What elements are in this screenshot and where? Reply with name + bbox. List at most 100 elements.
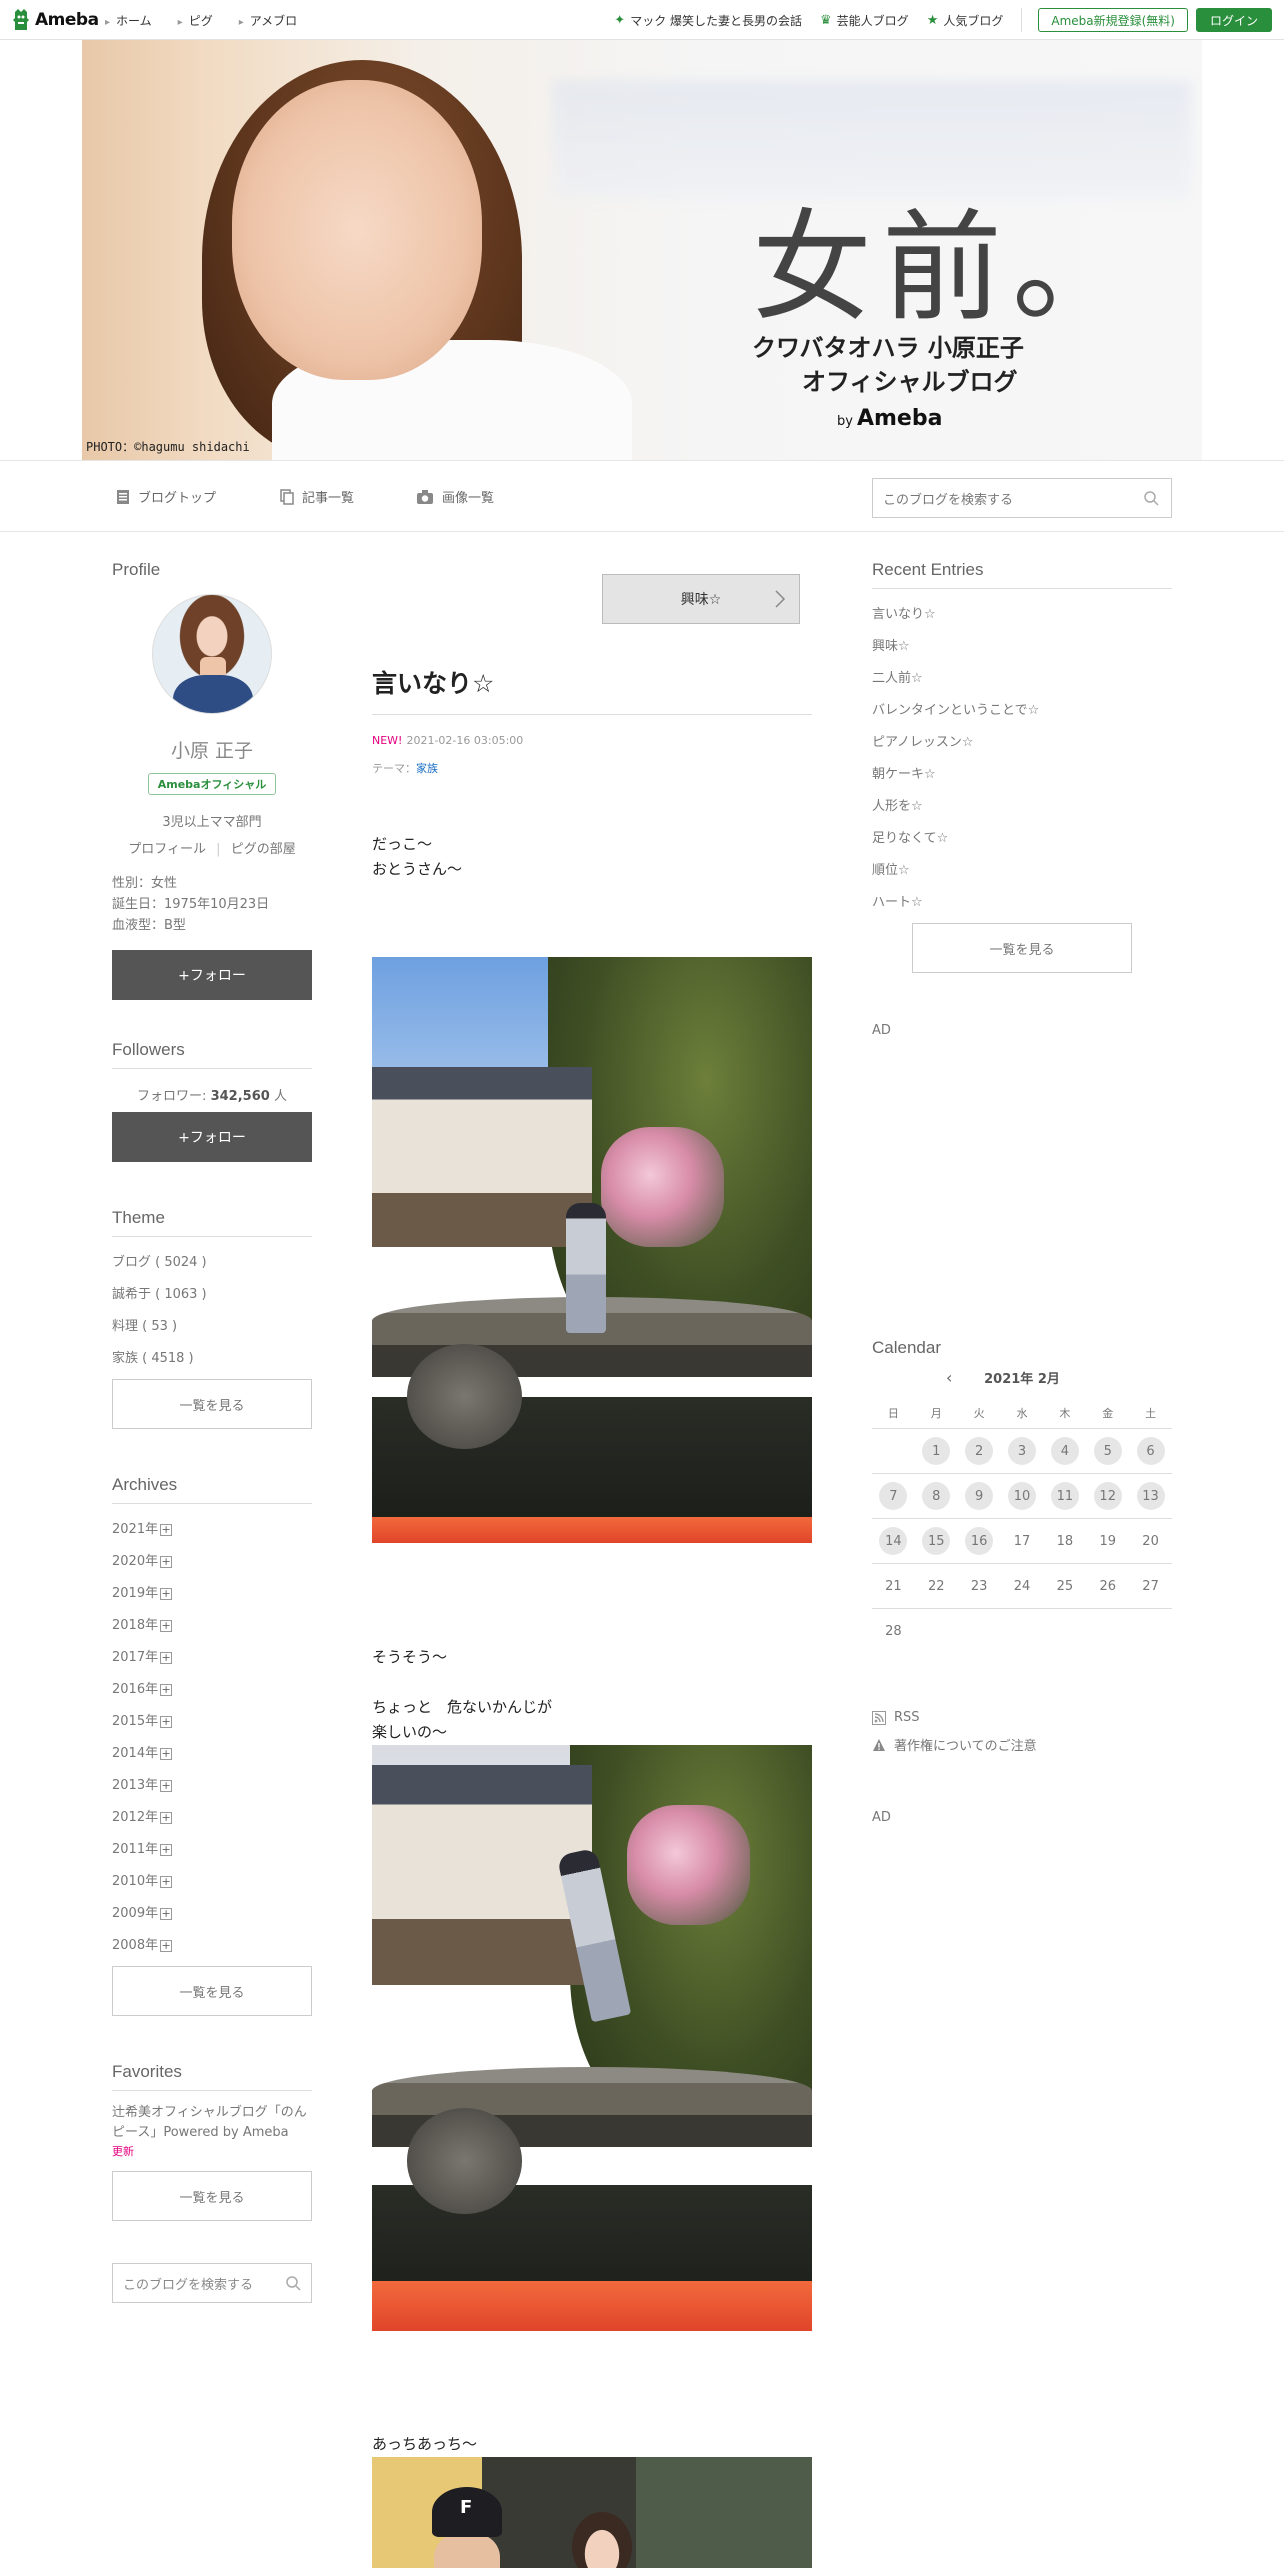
theme-item-family[interactable]: 家族 ( 4518 ) [112, 1347, 312, 1366]
archive-year[interactable]: 2016年 + [112, 1678, 312, 1697]
celebrity-blog-link[interactable]: ♛ 芸能人ブログ [820, 12, 909, 29]
copyright-notice-link[interactable]: 著作権についてのご注意 [872, 1735, 1172, 1754]
nav-home[interactable]: ホーム [105, 12, 152, 29]
nav-pigg[interactable]: ピグ [178, 12, 213, 29]
entry-title[interactable]: 言いなり☆ [372, 664, 494, 700]
expand-icon[interactable]: + [160, 1587, 173, 1600]
calendar-day-posted[interactable]: 12 [1093, 1482, 1122, 1510]
favorites-more-button[interactable]: 一覧を見る [112, 2171, 312, 2221]
expand-icon[interactable]: + [160, 1651, 173, 1664]
calendar-day-posted[interactable]: 6 [1136, 1437, 1165, 1465]
search-icon[interactable] [285, 2275, 301, 2291]
sidebar-search-input[interactable]: このブログを検索する [112, 2263, 312, 2303]
recent-entry[interactable]: ピアノレッスン☆ [872, 731, 1172, 750]
calendar-day[interactable]: 15 [914, 1519, 958, 1564]
theme-more-button[interactable]: 一覧を見る [112, 1379, 312, 1429]
login-button[interactable]: ログイン [1195, 8, 1272, 32]
entry-photo-1[interactable] [372, 957, 812, 1543]
calendar-day[interactable]: 3 [1000, 1429, 1044, 1474]
recent-more-button[interactable]: 一覧を見る [912, 923, 1132, 973]
archive-year[interactable]: 2012年 + [112, 1806, 312, 1825]
calendar-day[interactable]: 7 [872, 1474, 915, 1519]
theme-item-2[interactable]: 誠希于 ( 1063 ) [112, 1283, 312, 1302]
archive-year[interactable]: 2010年 + [112, 1870, 312, 1889]
calendar-day[interactable]: 14 [872, 1519, 915, 1564]
expand-icon[interactable]: + [160, 1779, 173, 1792]
image-list-link[interactable]: 画像一覧 [416, 487, 494, 506]
expand-icon[interactable]: + [160, 1811, 173, 1824]
calendar-day[interactable]: 5 [1086, 1429, 1130, 1474]
trending-article-link[interactable]: ✦ マック 爆笑した妻と長男の会話 [614, 12, 802, 29]
recent-entry[interactable]: バレンタインということで☆ [872, 699, 1172, 718]
prev-entry-button[interactable]: 興味☆ [602, 574, 800, 624]
expand-icon[interactable]: + [160, 1683, 173, 1696]
expand-icon[interactable]: + [160, 1619, 173, 1632]
ad-slot[interactable] [872, 1038, 1172, 1338]
calendar-day[interactable]: 16 [957, 1519, 1001, 1564]
calendar-day-posted[interactable]: 11 [1050, 1482, 1079, 1510]
archive-year[interactable]: 2015年 + [112, 1710, 312, 1729]
recent-entry[interactable]: 人形を☆ [872, 795, 1172, 814]
calendar-day-posted[interactable]: 9 [965, 1482, 994, 1510]
nav-ameblo[interactable]: アメブロ [239, 12, 297, 29]
calendar-day-posted[interactable]: 14 [879, 1527, 908, 1555]
archive-year[interactable]: 2009年 + [112, 1902, 312, 1921]
calendar-day-posted[interactable]: 1 [922, 1437, 951, 1465]
calendar-day[interactable]: 10 [1000, 1474, 1044, 1519]
entry-photo-3[interactable]: F [372, 2457, 812, 2568]
recent-entry[interactable]: 朝ケーキ☆ [872, 763, 1172, 782]
ameba-logo[interactable]: Ameba [12, 7, 99, 33]
profile-link[interactable]: プロフィール [128, 842, 206, 857]
pigg-room-link[interactable]: ピグの部屋 [231, 842, 296, 857]
recent-entry[interactable]: 二人前☆ [872, 667, 1172, 686]
follow-button-2[interactable]: +フォロー [112, 1112, 312, 1162]
calendar-day[interactable]: 11 [1043, 1474, 1087, 1519]
calendar-day-posted[interactable]: 5 [1093, 1437, 1122, 1465]
archive-year[interactable]: 2013年 + [112, 1774, 312, 1793]
entry-photo-2[interactable] [372, 1745, 812, 2331]
archive-year[interactable]: 2011年 + [112, 1838, 312, 1857]
theme-item-blog[interactable]: ブログ ( 5024 ) [112, 1251, 312, 1270]
rss-link[interactable]: RSS [872, 1710, 1172, 1725]
expand-icon[interactable]: + [160, 1907, 173, 1920]
blog-header-banner[interactable]: 女前。 クワバタオハラ 小原正子 オフィシャルブログ by Ameba PHOTO… [82, 40, 1202, 460]
calendar-day[interactable]: 9 [957, 1474, 1001, 1519]
calendar-day-posted[interactable]: 7 [879, 1482, 908, 1510]
profile-name[interactable]: 小原 正子 [112, 736, 312, 763]
recent-entry[interactable]: 言いなり☆ [872, 603, 1172, 622]
expand-icon[interactable]: + [160, 1939, 173, 1952]
register-button[interactable]: Ameba新規登録(無料) [1038, 8, 1188, 32]
calendar-day[interactable]: 8 [914, 1474, 958, 1519]
search-icon[interactable] [1143, 490, 1159, 506]
archive-year[interactable]: 2018年 + [112, 1614, 312, 1633]
archive-year[interactable]: 2014年 + [112, 1742, 312, 1761]
calendar-day-posted[interactable]: 3 [1007, 1437, 1036, 1465]
archive-year[interactable]: 2021年 + [112, 1518, 312, 1537]
recent-entry[interactable]: 足りなくて☆ [872, 827, 1172, 846]
calendar-day-posted[interactable]: 16 [965, 1527, 994, 1555]
calendar-day-posted[interactable]: 13 [1136, 1482, 1165, 1510]
entry-theme-link[interactable]: 家族 [416, 762, 438, 775]
calendar-day-posted[interactable]: 2 [965, 1437, 994, 1465]
calendar-day[interactable]: 13 [1129, 1474, 1172, 1519]
calendar-day[interactable]: 12 [1086, 1474, 1130, 1519]
recent-entry[interactable]: ハート☆ [872, 891, 1172, 910]
calendar-day[interactable]: 2 [957, 1429, 1001, 1474]
blog-search-input[interactable]: このブログを検索する [872, 478, 1172, 518]
archive-year[interactable]: 2017年 + [112, 1646, 312, 1665]
expand-icon[interactable]: + [160, 1843, 173, 1856]
blog-top-link[interactable]: ブログトップ [116, 487, 216, 506]
calendar-day-posted[interactable]: 10 [1007, 1482, 1036, 1510]
entry-list-link[interactable]: 記事一覧 [280, 487, 354, 506]
calendar-day[interactable]: 6 [1129, 1429, 1172, 1474]
theme-item-cooking[interactable]: 料理 ( 53 ) [112, 1315, 312, 1334]
popular-blog-link[interactable]: ★ 人気ブログ [927, 12, 1004, 29]
calendar-day-posted[interactable]: 8 [922, 1482, 951, 1510]
calendar-day[interactable]: 4 [1043, 1429, 1087, 1474]
calendar-day-posted[interactable]: 4 [1050, 1437, 1079, 1465]
recent-entry[interactable]: 順位☆ [872, 859, 1172, 878]
avatar[interactable] [152, 594, 272, 714]
expand-icon[interactable]: + [160, 1715, 173, 1728]
expand-icon[interactable]: + [160, 1747, 173, 1760]
follow-button[interactable]: +フォロー [112, 950, 312, 1000]
